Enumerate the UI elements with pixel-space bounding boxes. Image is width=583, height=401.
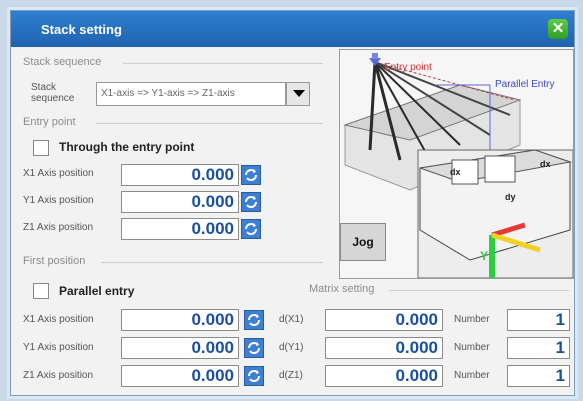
- divider: [123, 63, 323, 64]
- x1-first-position-input[interactable]: 0.000: [121, 309, 239, 331]
- number-y1-input[interactable]: 1: [507, 337, 570, 359]
- field-label: X1 Axis position: [23, 168, 94, 179]
- field-label: X1 Axis position: [23, 314, 94, 325]
- stack-setting-dialog: Stack setting ✕ Stack sequence Stack seq…: [10, 10, 575, 396]
- stack-label-line2: sequence: [31, 93, 75, 104]
- jog-button[interactable]: Jog: [340, 223, 386, 261]
- number-z1-input[interactable]: 1: [507, 365, 570, 387]
- chevron-down-icon[interactable]: [286, 82, 310, 106]
- divider: [96, 123, 323, 124]
- refresh-icon[interactable]: [244, 310, 264, 330]
- entry-point-label: Entry point: [384, 62, 432, 73]
- through-entry-point-checkbox[interactable]: [33, 140, 49, 156]
- matrix-number-label: Number: [454, 342, 490, 353]
- field-label: Y1 Axis position: [23, 342, 94, 353]
- d-y1-input[interactable]: 0.000: [325, 337, 443, 359]
- stack-label-line1: Stack: [31, 82, 57, 93]
- matrix-number-label: Number: [454, 370, 490, 381]
- d-z1-input[interactable]: 0.000: [325, 365, 443, 387]
- matrix-d-label: d(Y1): [279, 342, 304, 353]
- titlebar: Stack setting ✕: [11, 11, 574, 47]
- z1-first-position-input[interactable]: 0.000: [121, 365, 239, 387]
- field-label: Z1 Axis position: [23, 222, 94, 233]
- matrix-number-label: Number: [454, 314, 490, 325]
- matrix-d-label: d(X1): [279, 314, 304, 325]
- refresh-icon[interactable]: [244, 338, 264, 358]
- dialog-title: Stack setting: [41, 22, 122, 37]
- stack-sequence-heading: Stack sequence: [23, 56, 102, 68]
- close-button[interactable]: ✕: [548, 19, 568, 39]
- parallel-entry-checkbox[interactable]: [33, 283, 49, 299]
- x1-entry-position-input[interactable]: 0.000: [121, 164, 239, 186]
- parallel-entry-label: Parallel entry: [59, 284, 135, 298]
- stack-sequence-select[interactable]: X1-axis => Y1-axis => Z1-axis: [96, 82, 286, 106]
- entry-point-heading: Entry point: [23, 116, 76, 128]
- through-entry-point-label: Through the entry point: [59, 140, 195, 154]
- divider: [101, 262, 323, 263]
- field-label: Z1 Axis position: [23, 370, 94, 381]
- dx-label: dx: [540, 159, 551, 169]
- refresh-icon[interactable]: [244, 366, 264, 386]
- number-x1-input[interactable]: 1: [507, 309, 570, 331]
- y1-first-position-input[interactable]: 0.000: [121, 337, 239, 359]
- refresh-icon[interactable]: [241, 219, 261, 239]
- divider: [389, 290, 569, 291]
- dy-label: dy: [505, 192, 516, 202]
- y-axis-label: Y: [480, 249, 488, 263]
- d-x1-input[interactable]: 0.000: [325, 309, 443, 331]
- parallel-entry-label: Parallel Entry: [495, 79, 554, 90]
- close-icon: ✕: [551, 20, 565, 37]
- y1-entry-position-input[interactable]: 0.000: [121, 191, 239, 213]
- field-label: Y1 Axis position: [23, 195, 94, 206]
- refresh-icon[interactable]: [241, 165, 261, 185]
- z1-entry-position-input[interactable]: 0.000: [121, 218, 239, 240]
- dx-label: dx: [450, 167, 461, 177]
- refresh-icon[interactable]: [241, 192, 261, 212]
- first-position-heading: First position: [23, 255, 86, 267]
- matrix-setting-heading: Matrix setting: [309, 283, 375, 295]
- matrix-d-label: d(Z1): [279, 370, 303, 381]
